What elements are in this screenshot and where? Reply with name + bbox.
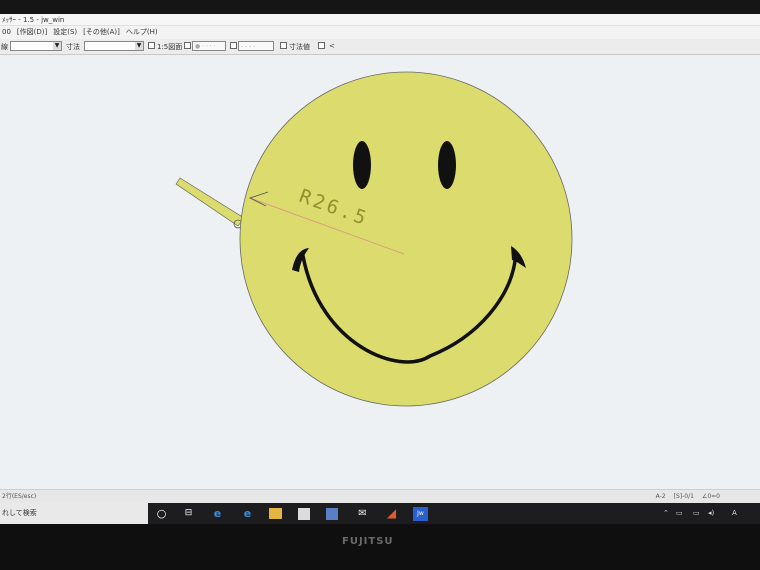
menu-item-help[interactable]: ヘルプ(H): [126, 26, 158, 39]
mail-icon[interactable]: ✉: [355, 506, 370, 521]
line-checkbox[interactable]: [230, 42, 237, 49]
drawing-canvas[interactable]: R26.5: [0, 56, 760, 504]
angle-checkbox[interactable]: [318, 42, 325, 49]
media-icon[interactable]: [326, 508, 338, 520]
dim-label: 寸法: [66, 43, 80, 51]
left-eye: [353, 141, 371, 189]
ime-mode-indicator[interactable]: A: [732, 509, 737, 517]
face-tab: [175, 177, 245, 227]
brand-logo: FUJITSU: [342, 536, 394, 547]
scale-checkbox[interactable]: [148, 42, 155, 49]
battery-icon[interactable]: ▭: [676, 509, 683, 517]
window-title-bar[interactable]: ﾒｯｻｰ - 1.5 - jw_win: [0, 14, 760, 26]
point-style-box[interactable]: ● · · · ·: [192, 41, 226, 51]
status-layer: A-2: [655, 493, 666, 500]
network-icon[interactable]: ▭: [693, 509, 700, 517]
jw-cad-icon[interactable]: ◢: [384, 506, 399, 521]
menu-item-draw[interactable]: [作図(D)]: [17, 26, 47, 39]
ie-icon[interactable]: e: [210, 506, 225, 521]
monitor-bezel-bottom: FUJITSU: [0, 524, 760, 570]
right-eye: [438, 141, 456, 189]
layer-label: 線: [1, 43, 8, 51]
menu-item-other[interactable]: [その他(A)]: [83, 26, 120, 39]
scale-check-label: 1:5図面: [157, 43, 183, 51]
menu-bar: 00 [作図(D)] 設定(S) [その他(A)] ヘルプ(H): [0, 26, 760, 39]
screen: ﾒｯｻｰ - 1.5 - jw_win 00 [作図(D)] 設定(S) [その…: [0, 14, 760, 524]
status-right: A-2 [S]-0/1 ∠0=0: [656, 490, 720, 504]
dim-value-checkbox[interactable]: [280, 42, 287, 49]
toolbar: 線 ▼ 寸法 ▼ 1:5図面 ● · · · · - - - - 寸法値 <: [0, 39, 760, 55]
volume-icon[interactable]: ◂): [708, 509, 714, 517]
taskbar-icons-area: ○ ⊟ e e ✉ ◢ Jw ⌃ ▭ ▭ ◂) A: [148, 503, 760, 524]
chevron-down-icon: ▼: [135, 42, 143, 50]
layer-select[interactable]: ▼: [10, 41, 62, 51]
monitor-bezel-top: [0, 0, 760, 14]
tray-chevron-icon[interactable]: ⌃: [663, 509, 669, 517]
jww-icon[interactable]: Jw: [413, 507, 428, 521]
search-box-text[interactable]: れして検索: [2, 508, 37, 518]
store-icon[interactable]: [298, 508, 310, 520]
line-style-box[interactable]: - - - -: [238, 41, 274, 51]
smiley-face: [239, 71, 573, 407]
start-circle-icon[interactable]: ○: [154, 506, 169, 521]
window-title: ﾒｯｻｰ - 1.5 - jw_win: [2, 16, 65, 24]
chevron-down-icon: ▼: [53, 42, 61, 50]
point-checkbox[interactable]: [184, 42, 191, 49]
dim-value-label: 寸法値: [289, 43, 310, 51]
dim-select[interactable]: ▼: [84, 41, 144, 51]
explorer-icon[interactable]: [269, 508, 282, 519]
menu-item-settings[interactable]: 設定(S): [53, 26, 77, 39]
status-left-text: 2行(ES/esc): [2, 493, 37, 500]
status-scale: [S]-0/1: [673, 493, 694, 500]
task-view-icon[interactable]: ⊟: [181, 506, 196, 521]
status-angle: ∠0=0: [701, 493, 720, 500]
angle-label: <: [329, 42, 335, 50]
drawing-svg: R26.5: [175, 71, 573, 407]
status-bar: 2行(ES/esc) A-2 [S]-0/1 ∠0=0: [0, 489, 760, 504]
windows-taskbar: れして検索 ○ ⊟ e e ✉ ◢ Jw ⌃ ▭ ▭ ◂) A: [0, 503, 760, 524]
menu-item-00[interactable]: 00: [2, 26, 11, 39]
edge-icon[interactable]: e: [240, 506, 255, 521]
